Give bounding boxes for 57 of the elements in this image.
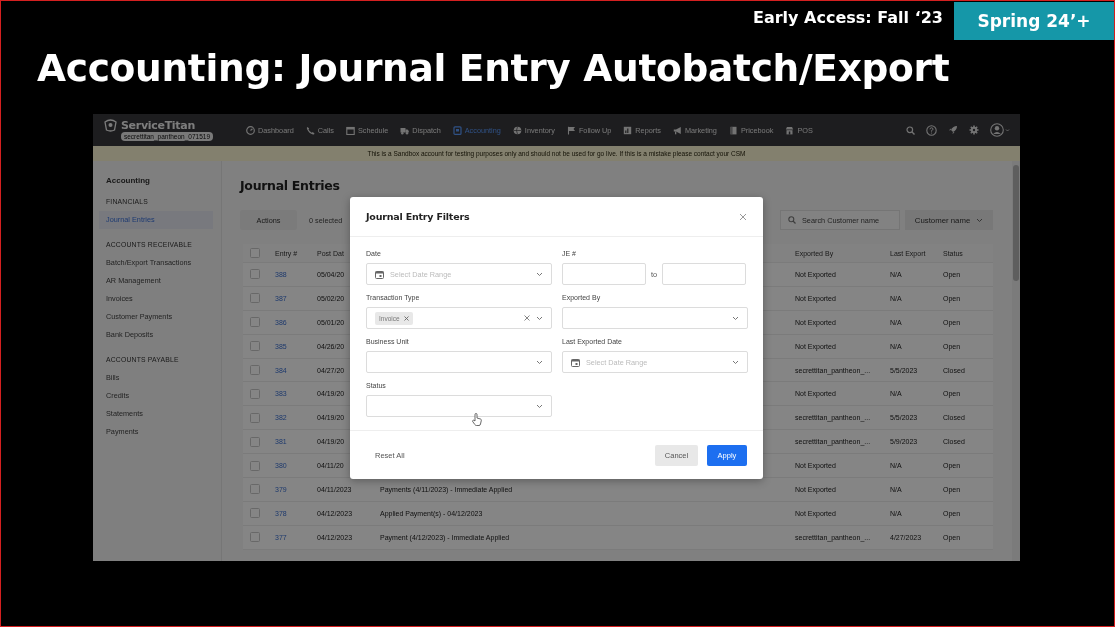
caret-icon xyxy=(536,359,543,365)
row-checkbox[interactable] xyxy=(250,508,260,519)
caret-icon xyxy=(536,271,543,277)
row-checkbox[interactable] xyxy=(250,412,260,423)
early-access-label: Early Access: Fall ‘23 xyxy=(753,7,943,29)
caret-icon xyxy=(536,403,543,409)
app-logo-text: ServiceTitan xyxy=(121,119,195,132)
truck-icon xyxy=(400,125,410,135)
close-icon[interactable] xyxy=(739,212,747,221)
book-icon xyxy=(728,125,738,135)
globe-icon xyxy=(512,125,522,135)
avatar-icon[interactable] xyxy=(990,123,1010,137)
input-field[interactable] xyxy=(662,263,747,285)
slide-title: Accounting: Journal Entry Autobatch/Export xyxy=(37,45,951,92)
select-field[interactable] xyxy=(562,307,748,329)
search-icon xyxy=(788,216,796,224)
logo-icon xyxy=(103,119,118,132)
settings-icon[interactable] xyxy=(969,125,979,135)
rocket-icon[interactable] xyxy=(948,125,958,135)
sidebar-heading: Accounting xyxy=(105,175,151,187)
chart-icon xyxy=(623,125,633,135)
calendar-icon xyxy=(375,269,384,279)
caret-icon xyxy=(732,359,739,365)
caret-icon xyxy=(976,217,984,223)
ledger-icon xyxy=(452,125,462,135)
select-field[interactable] xyxy=(366,395,552,417)
modal-title: Journal Entry Filters xyxy=(366,211,470,222)
dashboard-icon xyxy=(246,125,255,135)
megaphone-icon xyxy=(672,125,682,135)
caret-icon xyxy=(732,315,739,321)
calendar-icon xyxy=(345,125,355,135)
help-icon[interactable] xyxy=(926,124,937,136)
hand-cursor-icon xyxy=(472,413,482,426)
row-checkbox[interactable] xyxy=(250,365,260,375)
scrollbar[interactable] xyxy=(1012,161,1020,561)
calendar-icon xyxy=(571,357,580,367)
row-checkbox[interactable] xyxy=(250,317,260,328)
row-checkbox[interactable] xyxy=(250,460,260,471)
remove-icon[interactable] xyxy=(403,315,409,321)
select-all-checkbox[interactable] xyxy=(250,248,260,258)
clear-icon[interactable] xyxy=(524,315,530,321)
row-checkbox[interactable] xyxy=(250,341,260,352)
search-icon[interactable] xyxy=(906,125,915,135)
row-checkbox[interactable] xyxy=(250,388,260,399)
row-checkbox[interactable] xyxy=(250,269,260,280)
row-checkbox[interactable] xyxy=(250,293,260,304)
select-field[interactable] xyxy=(366,351,552,373)
flag-icon xyxy=(566,125,576,135)
caret-icon xyxy=(536,315,543,321)
release-tag: Spring 24’+ xyxy=(954,2,1114,40)
input-field[interactable] xyxy=(562,263,646,285)
storefront-icon xyxy=(785,125,795,135)
row-checkbox[interactable] xyxy=(250,436,260,447)
page-title: Journal Entries xyxy=(240,178,341,194)
row-checkbox[interactable] xyxy=(250,532,260,543)
phone-icon xyxy=(305,125,315,135)
row-checkbox[interactable] xyxy=(250,484,260,495)
